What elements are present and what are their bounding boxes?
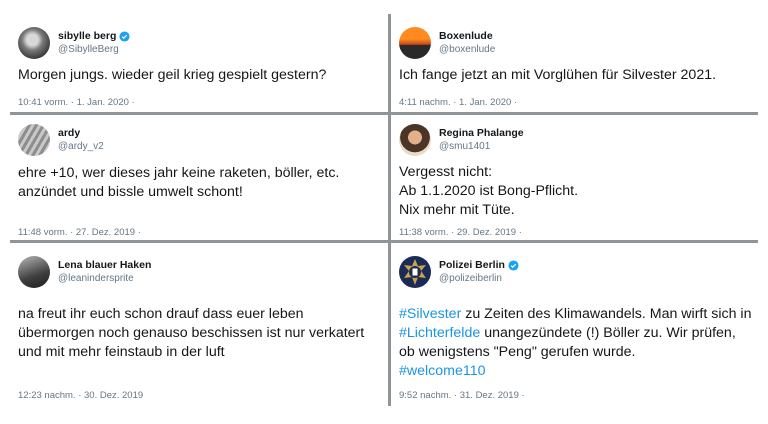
tweet-text: Ich fange jetzt an mit Vorglühen für Sil… — [399, 67, 717, 83]
tweet-header: Regina Phalange @smu1401 — [399, 123, 524, 157]
avatar[interactable] — [18, 124, 50, 156]
author-name[interactable]: sibylle berg — [58, 29, 116, 43]
hashtag-link[interactable]: #welcome110 — [399, 363, 486, 379]
tweet-timestamp[interactable]: 4:11 nachm. · 1. Jan. 2020 · — [399, 97, 517, 108]
tweet-header: Lena blauer Haken @leanindersprite — [18, 255, 151, 289]
author-name[interactable]: Polizei Berlin — [439, 258, 505, 272]
tweet-card[interactable]: Regina Phalange @smu1401 Vergesst nicht:… — [391, 115, 758, 240]
hashtag-link[interactable]: #Silvester — [399, 306, 461, 322]
tweet-timestamp[interactable]: 10:41 vorm. · 1. Jan. 2020 · — [18, 97, 135, 108]
author-handle[interactable]: @boxenlude — [439, 43, 495, 57]
author-handle[interactable]: @polizeiberlin — [439, 272, 519, 286]
tweet-timestamp[interactable]: 12:23 nachm. · 30. Dez. 2019 — [18, 390, 143, 401]
author-handle[interactable]: @smu1401 — [439, 140, 524, 154]
tweet-card[interactable]: Polizei Berlin @polizeiberlin #Silvester… — [391, 243, 758, 406]
tweet-text: Vergesst nicht: Ab 1.1.2020 ist Bong-Pfl… — [399, 164, 579, 218]
tweet-text: Morgen jungs. wieder geil krieg gespielt… — [18, 67, 327, 83]
verified-badge-icon — [119, 30, 130, 42]
tweet-header: sibylle berg @SibylleBerg — [18, 26, 130, 60]
verified-badge-icon — [508, 259, 519, 271]
tweet-text-part: zu Zeiten des Klimawandels. Man wirft si… — [461, 306, 752, 322]
tweet-header: Polizei Berlin @polizeiberlin — [399, 255, 519, 289]
author-name[interactable]: Regina Phalange — [439, 126, 524, 140]
police-badge-icon — [404, 259, 426, 285]
avatar[interactable] — [18, 256, 50, 288]
tweet-timestamp[interactable]: 11:48 vorm. · 27. Dez. 2019 · — [18, 227, 141, 238]
avatar[interactable] — [18, 27, 50, 59]
tweet-text: na freut ihr euch schon drauf dass euer … — [18, 306, 365, 360]
author-name-row: Polizei Berlin — [439, 258, 519, 272]
tweet-header: ardy @ardy_v2 — [18, 123, 104, 157]
tweet-text: #Silvester zu Zeiten des Klimawandels. M… — [399, 305, 752, 381]
author-handle[interactable]: @leanindersprite — [58, 272, 151, 286]
author-handle[interactable]: @SibylleBerg — [58, 43, 130, 57]
tweet-timestamp[interactable]: 9:52 nachm. · 31. Dez. 2019 · — [399, 390, 525, 401]
avatar[interactable] — [399, 124, 431, 156]
tweet-card[interactable]: Lena blauer Haken @leanindersprite na fr… — [10, 243, 388, 406]
tweet-card[interactable]: sibylle berg @SibylleBerg Morgen jungs. … — [10, 14, 388, 112]
author-name[interactable]: Boxenlude — [439, 29, 495, 43]
tweet-collage: sibylle berg @SibylleBerg Morgen jungs. … — [10, 14, 758, 406]
author-name-row: sibylle berg — [58, 29, 130, 43]
author-handle[interactable]: @ardy_v2 — [58, 140, 104, 154]
avatar[interactable] — [399, 256, 431, 288]
avatar[interactable] — [399, 27, 431, 59]
tweet-text: ehre +10, wer dieses jahr keine raketen,… — [18, 165, 340, 200]
tweet-card[interactable]: Boxenlude @boxenlude Ich fange jetzt an … — [391, 14, 758, 112]
author-name[interactable]: Lena blauer Haken — [58, 258, 151, 272]
author-name[interactable]: ardy — [58, 126, 104, 140]
tweet-card[interactable]: ardy @ardy_v2 ehre +10, wer dieses jahr … — [10, 115, 388, 240]
tweet-header: Boxenlude @boxenlude — [399, 26, 495, 60]
divider — [388, 14, 391, 406]
hashtag-link[interactable]: #Lichterfelde — [399, 325, 480, 341]
tweet-timestamp[interactable]: 11:38 vorm. · 29. Dez. 2019 · — [399, 227, 522, 238]
